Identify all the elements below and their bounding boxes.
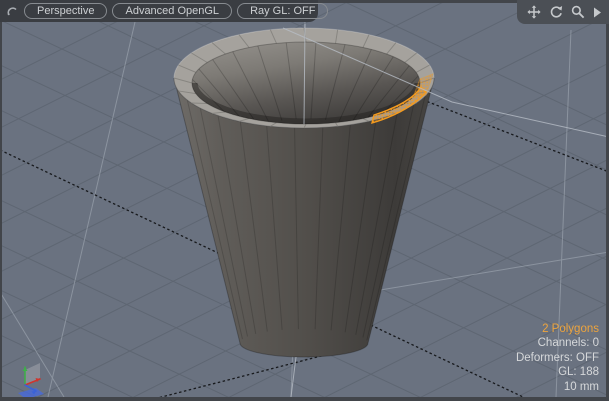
viewport-toolbar: Perspective Advanced OpenGL Ray GL: OFF (0, 0, 318, 22)
perspective-button[interactable]: Perspective (24, 3, 107, 19)
pan-icon[interactable] (527, 5, 541, 19)
mesh-status-readout: 2 Polygons Channels: 0 Deformers: OFF GL… (516, 322, 599, 394)
viewport-border-bottom (0, 397, 609, 401)
viewport-nav-controls (517, 0, 609, 24)
viewport-border-left (0, 0, 2, 401)
3d-viewport[interactable]: Perspective Advanced OpenGL Ray GL: OFF (0, 0, 609, 401)
viewport-menu-icon[interactable] (6, 5, 19, 18)
gl-count: GL: 188 (516, 365, 599, 379)
advanced-opengl-button[interactable]: Advanced OpenGL (112, 3, 232, 19)
polygon-count: 2 Polygons (516, 322, 599, 336)
deformers-state: Deformers: OFF (516, 351, 599, 365)
channels-count: Channels: 0 (516, 336, 599, 350)
ray-gl-button[interactable]: Ray GL: OFF (237, 3, 328, 19)
orbit-rotate-icon[interactable] (549, 5, 563, 19)
zoom-magnifier-icon[interactable] (571, 5, 585, 19)
expand-arrow-icon[interactable] (593, 5, 602, 19)
grid-size: 10 mm (516, 380, 599, 394)
